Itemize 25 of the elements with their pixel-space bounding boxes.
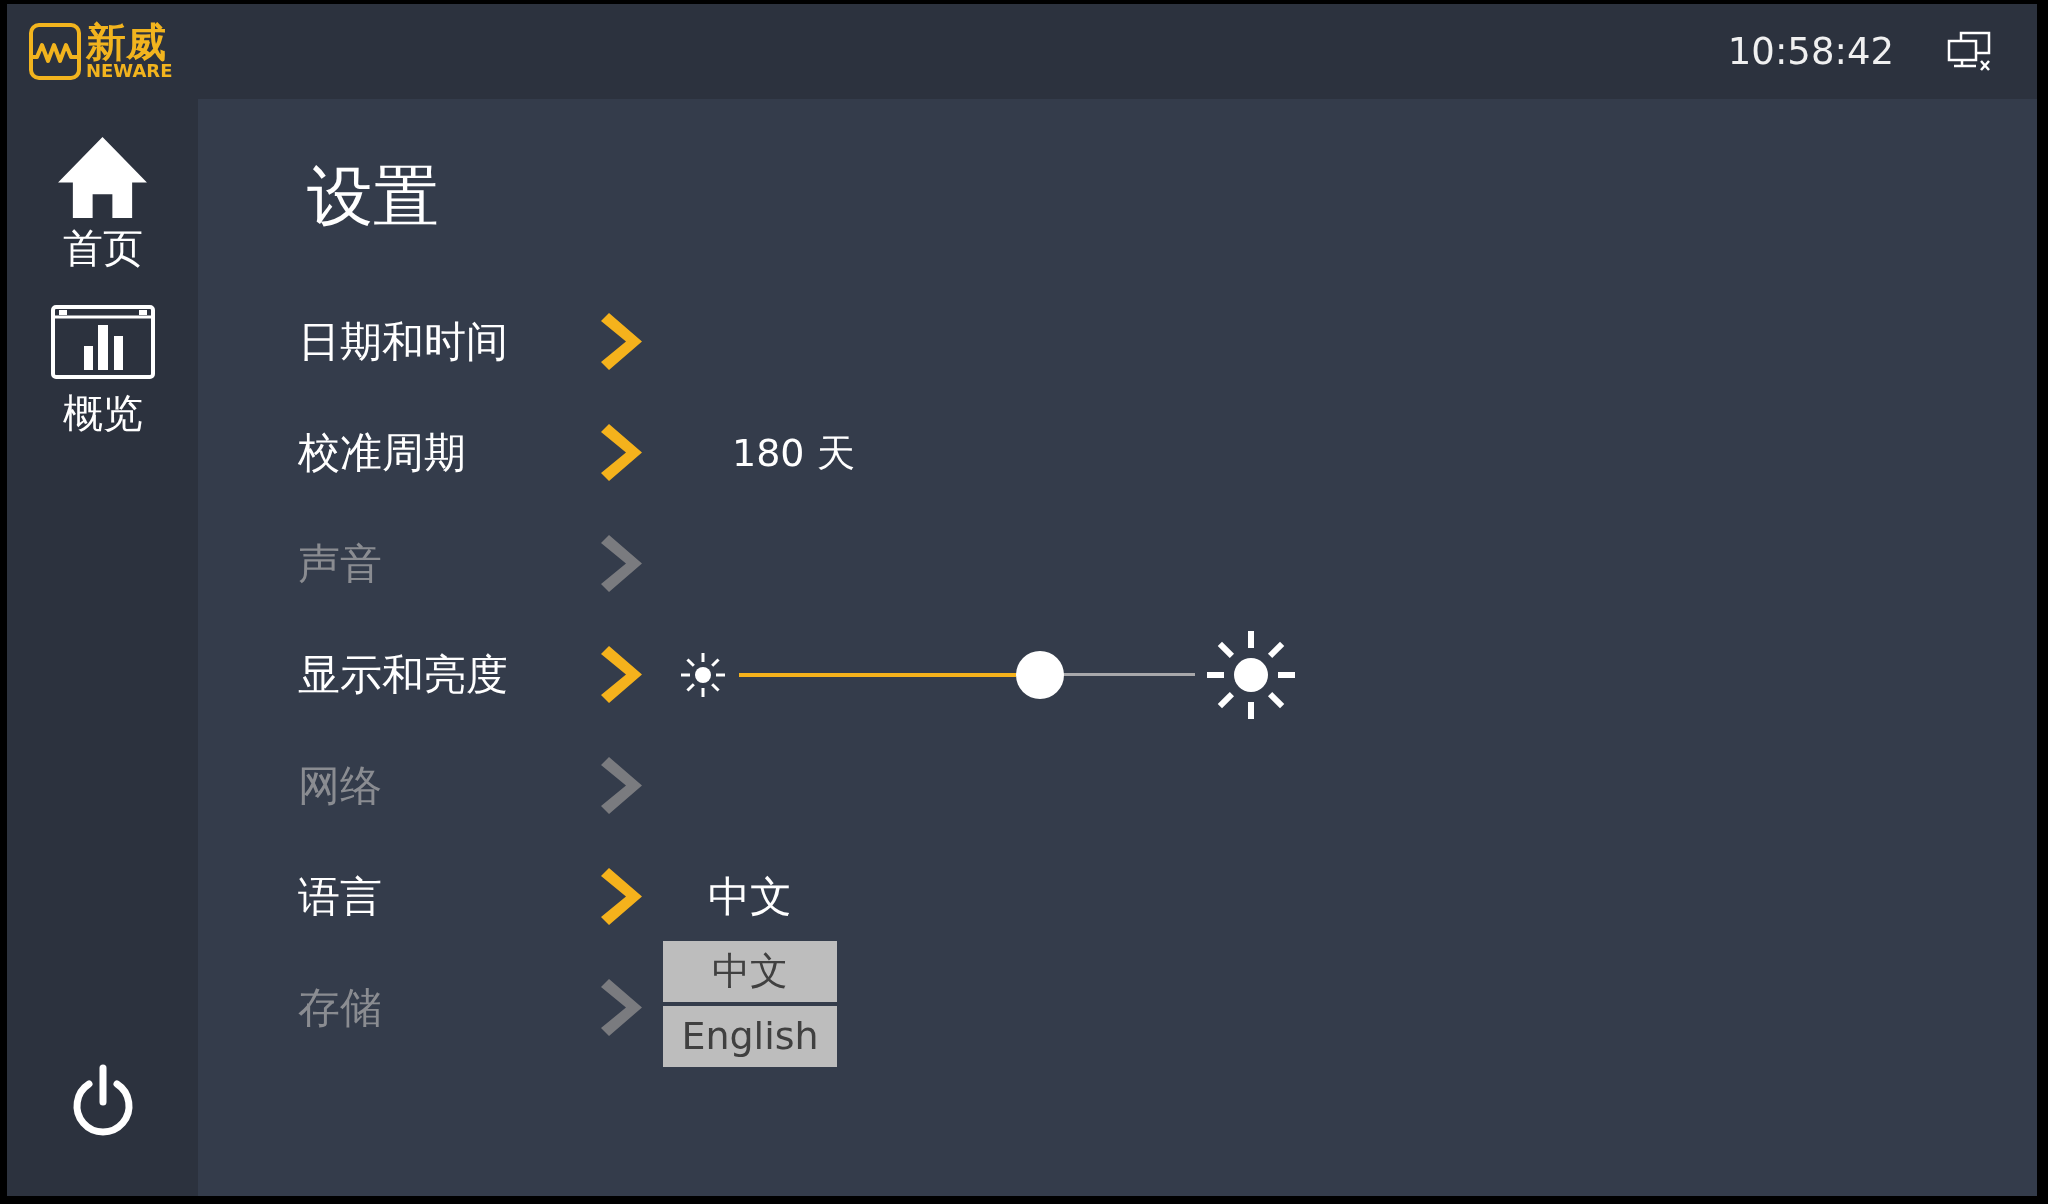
- logo-text: 新威: [86, 22, 166, 61]
- page-title: 设置: [307, 157, 439, 237]
- chevron-icon: [601, 979, 642, 1036]
- large-sun-icon: [1205, 628, 1297, 721]
- home-icon: [58, 137, 147, 218]
- chevron-icon: [601, 757, 642, 814]
- chevron-icon: [601, 424, 642, 481]
- bar-chart-window-icon: [50, 305, 155, 379]
- chevron-icon: [601, 646, 642, 703]
- monitors-icon[interactable]: [1946, 31, 1992, 72]
- clock-time: 10:58:42: [1727, 28, 1894, 75]
- dropdown-option[interactable]: 中文: [663, 940, 837, 1002]
- settings-item[interactable]: 语言: [298, 868, 642, 925]
- sidebar-item[interactable]: 首页: [58, 137, 147, 270]
- settings-item[interactable]: 校准周期: [298, 424, 642, 481]
- dropdown-select[interactable]: 中文: [663, 868, 837, 925]
- chevron-icon: [601, 313, 642, 370]
- chevron-icon: [601, 868, 642, 925]
- dropdown-option[interactable]: English: [663, 1005, 837, 1067]
- logo-wave-icon: [29, 23, 81, 80]
- setting-value: 180 天: [732, 429, 855, 477]
- sidebar-item[interactable]: 概览: [50, 305, 155, 435]
- chevron-icon: [601, 535, 642, 592]
- settings-item[interactable]: 显示和亮度: [298, 646, 642, 703]
- settings-item[interactable]: 日期和时间: [298, 313, 642, 370]
